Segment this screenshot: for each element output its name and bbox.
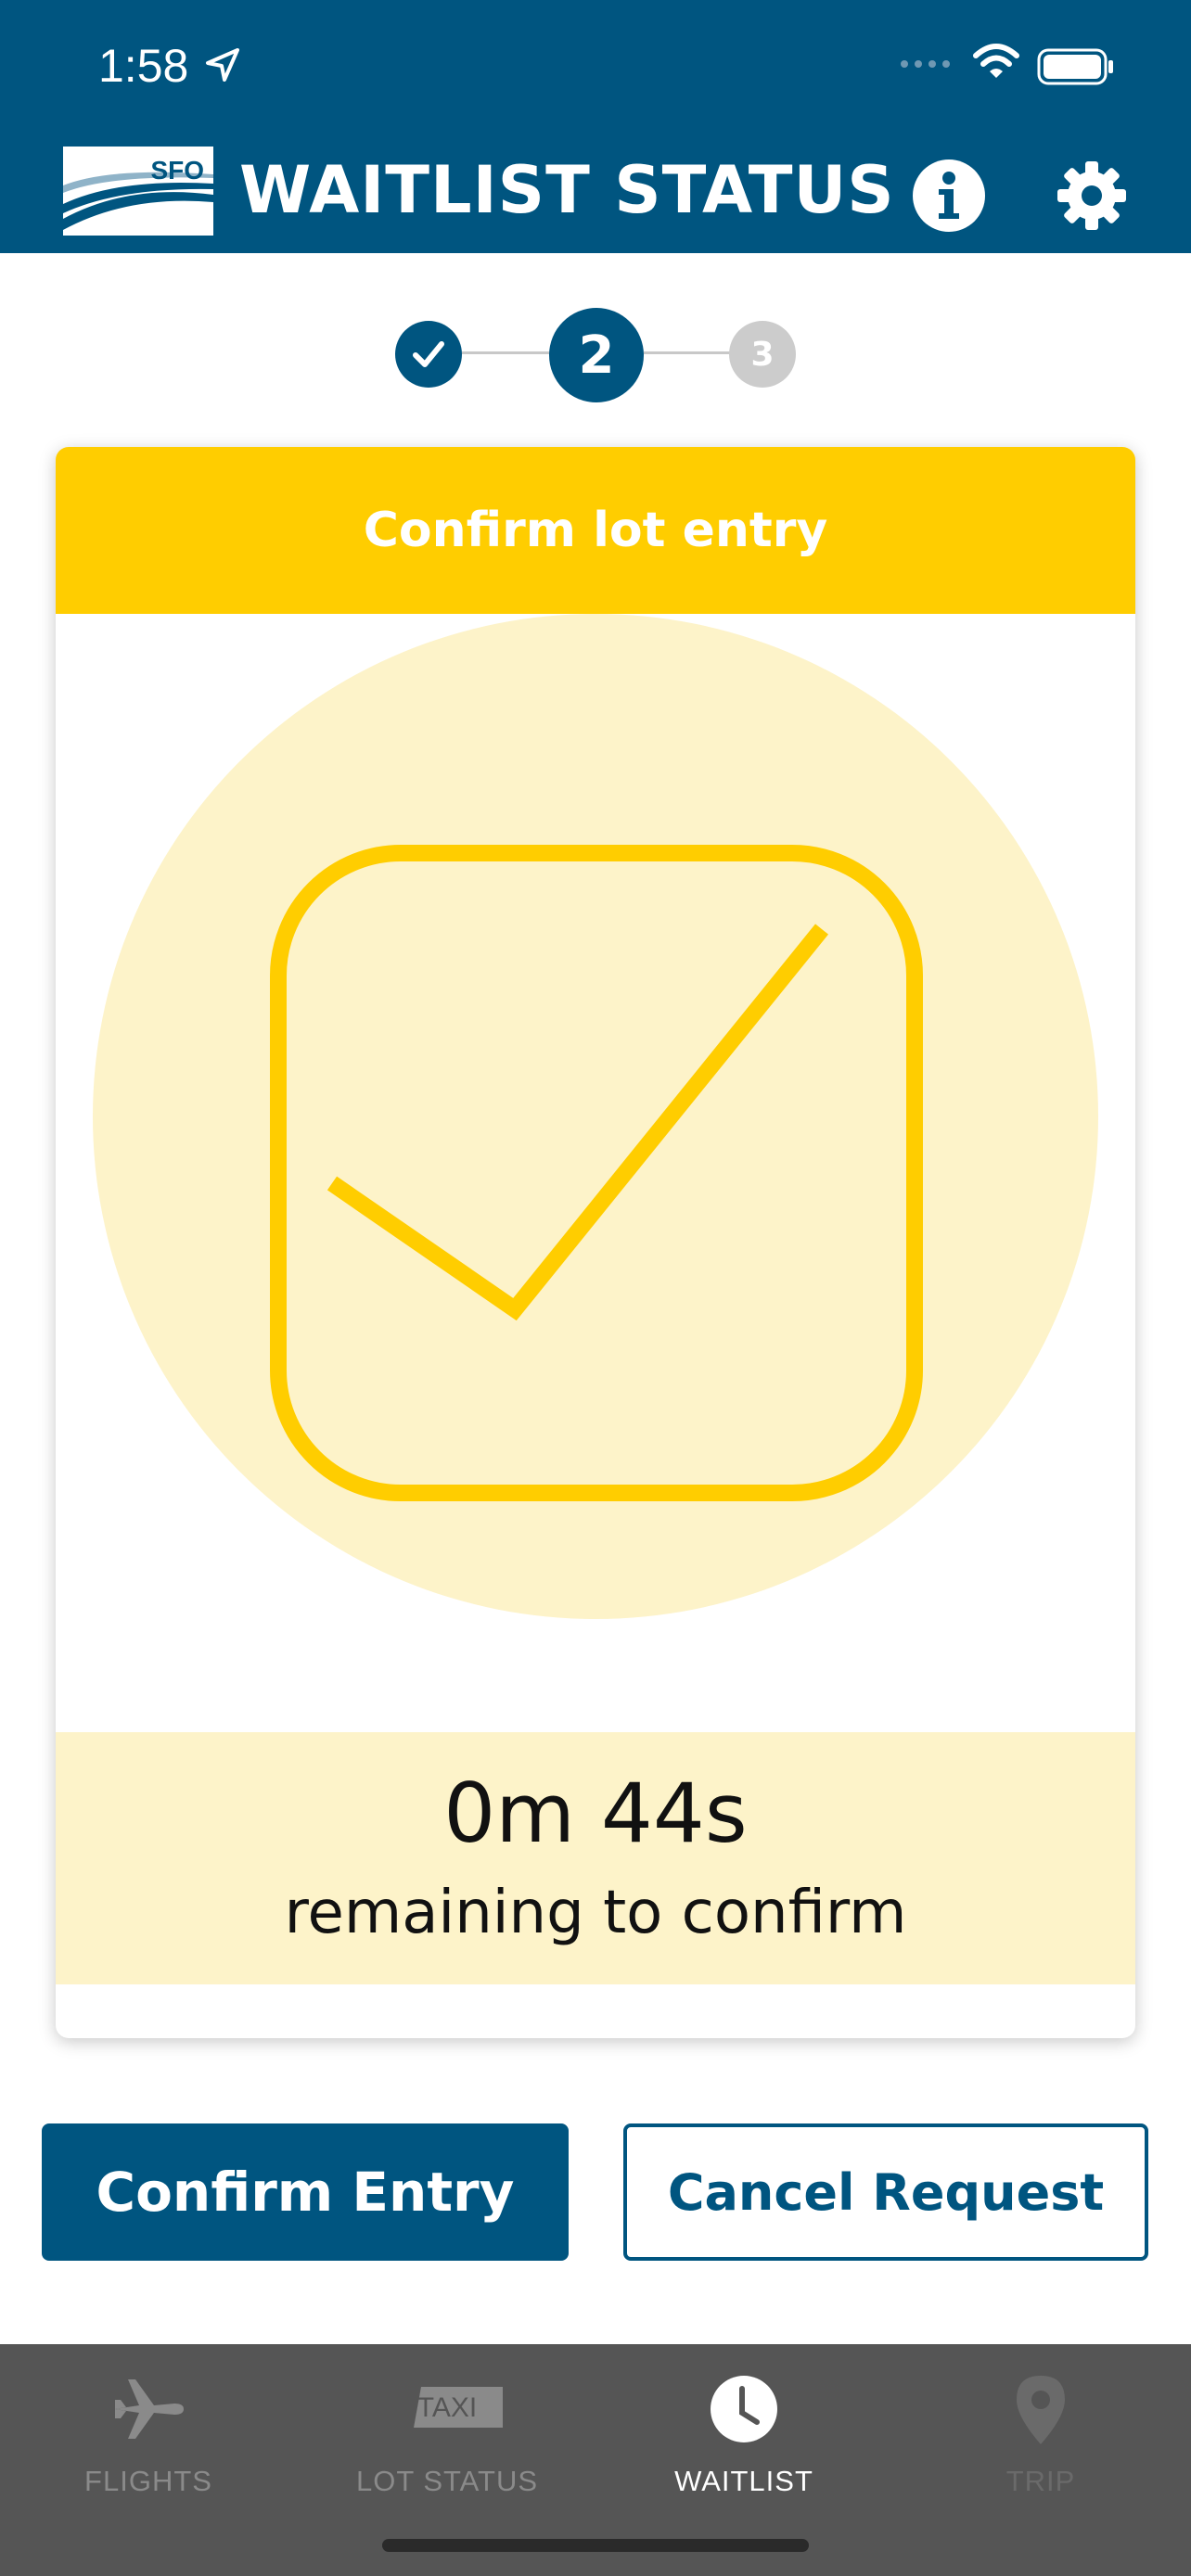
clock-icon [711, 2376, 777, 2442]
countdown-timer: 0m 44s [443, 1766, 748, 1861]
step-2-current: 2 [549, 308, 644, 402]
step-3-upcoming: 3 [729, 321, 796, 388]
cancel-request-button[interactable]: Cancel Request [623, 2123, 1148, 2261]
tab-label: FLIGHTS [84, 2465, 212, 2497]
logo-text: SFO [150, 156, 204, 185]
tab-waitlist[interactable]: WAITLIST [623, 2372, 864, 2511]
tab-label: TRIP [1005, 2465, 1076, 2497]
wifi-icon [973, 44, 1019, 78]
tab-flights[interactable]: FLIGHTS [28, 2372, 269, 2511]
airplane-icon [115, 2379, 184, 2439]
page-title: WAITLIST STATUS [239, 152, 895, 228]
timer-panel: 0m 44s remaining to confirm [56, 1732, 1135, 1984]
confirm-entry-button[interactable]: Confirm Entry [42, 2123, 569, 2261]
gear-icon[interactable] [1054, 158, 1130, 234]
tab-label: LOT STATUS [355, 2465, 539, 2497]
info-icon[interactable] [911, 158, 987, 234]
location-arrow-icon [206, 48, 239, 82]
checkbox-illustration-icon [93, 614, 1098, 1619]
cellular-signal-icon [901, 60, 950, 68]
status-time: 1:58 [98, 40, 189, 92]
tab-trip[interactable]: TRIP [920, 2372, 1161, 2511]
taxi-icon-text: TAXI [416, 2392, 478, 2423]
card-title: Confirm lot entry [363, 503, 828, 558]
stepper-connector [644, 351, 731, 354]
tab-label: WAITLIST [674, 2465, 813, 2497]
stepper-connector [462, 351, 551, 354]
app-header: 1:58 SFO WAITLIST STATUS [0, 0, 1191, 253]
check-icon [413, 341, 444, 367]
confirm-card: Confirm lot entry 0m 44s remaining to co… [56, 447, 1135, 2038]
timer-caption: remaining to confirm [284, 1879, 907, 1947]
battery-icon [1037, 48, 1113, 85]
card-header: Confirm lot entry [56, 447, 1135, 614]
tab-lot-status[interactable]: TAXI LOT STATUS [327, 2372, 568, 2511]
map-pin-icon [1017, 2376, 1065, 2444]
home-indicator [382, 2539, 809, 2552]
step-1-complete [395, 321, 462, 388]
progress-stepper: 2 3 [0, 308, 1191, 402]
sfo-logo: SFO [63, 147, 213, 236]
